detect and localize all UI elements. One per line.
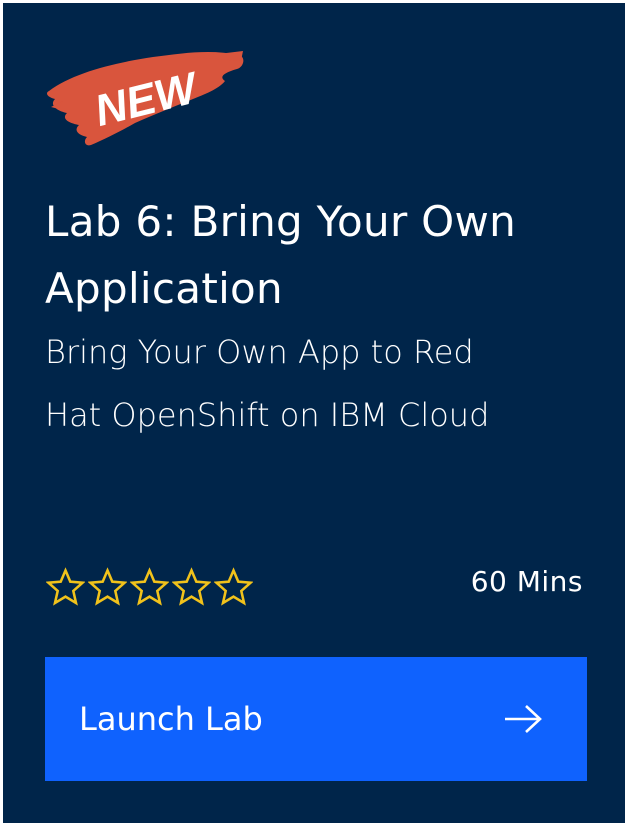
star-icon[interactable] [172, 567, 211, 607]
star-icon[interactable] [88, 567, 127, 607]
launch-lab-button[interactable]: Launch Lab [45, 657, 587, 781]
launch-lab-label: Launch Lab [79, 700, 263, 738]
star-icon[interactable] [46, 567, 85, 607]
star-icon[interactable] [214, 567, 253, 607]
arrow-right-icon [505, 705, 542, 733]
lab-card: NEW Lab 6: Bring Your Own Application Br… [3, 3, 625, 823]
star-icon[interactable] [130, 567, 169, 607]
new-badge: NEW [43, 43, 248, 151]
brush-stroke-badge-icon: NEW [47, 51, 244, 146]
lab-subtitle: Bring Your Own App to Red Hat OpenShift … [45, 333, 490, 434]
star-rating[interactable] [46, 567, 253, 609]
lab-duration: 60 Mins [470, 565, 583, 598]
lab-title: Lab 6: Bring Your Own Application [45, 197, 517, 313]
